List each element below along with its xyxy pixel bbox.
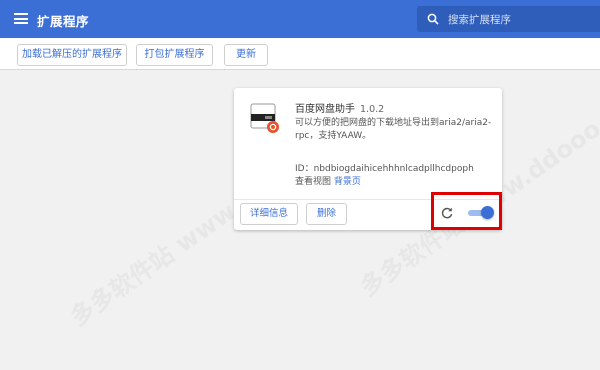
extension-card: 百度网盘助手 1.0.2 可以方便的把网盘的下载地址导出到aria2/aria2-… <box>234 88 502 230</box>
top-bar: 扩展程序 搜索扩展程序 <box>0 0 600 38</box>
update-button[interactable]: 更新 <box>224 44 268 66</box>
pack-extension-button[interactable]: 打包扩展程序 <box>136 44 213 66</box>
extension-name: 百度网盘助手 1.0.2 <box>295 104 385 115</box>
load-unpacked-button[interactable]: 加载已解压的扩展程序 <box>17 44 127 66</box>
reload-icon[interactable] <box>440 206 454 220</box>
extension-description: 可以方便的把网盘的下载地址导出到aria2/aria2-rpc，支持YAAW。 <box>295 118 492 141</box>
extension-id: ID：nbdbiogdaihicehhhnlcadpllhcdpoph <box>295 164 474 174</box>
remove-button[interactable]: 删除 <box>306 203 347 225</box>
details-button[interactable]: 详细信息 <box>240 203 298 225</box>
search-icon <box>427 13 439 25</box>
search-input[interactable]: 搜索扩展程序 <box>417 6 600 32</box>
background-page-link[interactable]: 背景页 <box>334 177 361 187</box>
developer-toolbar: 加载已解压的扩展程序 打包扩展程序 更新 <box>0 38 600 70</box>
inspect-views: 查看视图 背景页 <box>295 177 361 187</box>
menu-icon[interactable] <box>14 13 28 24</box>
toggle-knob <box>481 206 494 219</box>
page-title: 扩展程序 <box>37 14 90 29</box>
search-placeholder: 搜索扩展程序 <box>448 14 511 26</box>
divider <box>234 199 502 200</box>
extension-version: 1.0.2 <box>360 104 385 115</box>
enable-toggle[interactable] <box>468 206 494 220</box>
baidu-netdisk-helper-icon <box>250 103 279 133</box>
